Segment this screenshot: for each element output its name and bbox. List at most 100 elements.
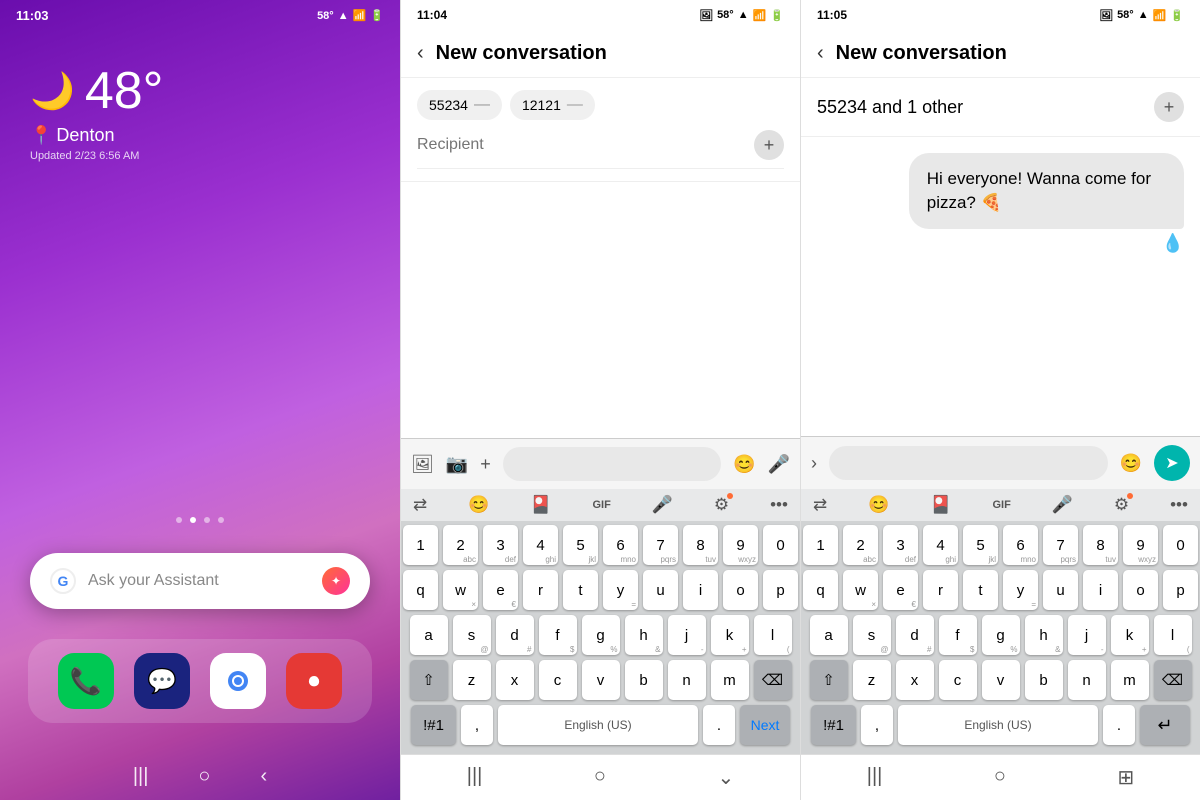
key-s-1[interactable]: s@ bbox=[453, 615, 491, 655]
chip-12121[interactable]: 12121 — bbox=[510, 90, 595, 120]
sticker-icon-kb-2[interactable]: 🎴 bbox=[930, 495, 951, 515]
expand-icon[interactable]: › bbox=[811, 453, 817, 474]
key-h-1[interactable]: h& bbox=[625, 615, 663, 655]
key-1-1[interactable]: 1 bbox=[403, 525, 438, 565]
key-y-2[interactable]: y= bbox=[1003, 570, 1038, 610]
key-u-2[interactable]: u bbox=[1043, 570, 1078, 610]
key-c-2[interactable]: c bbox=[939, 660, 977, 700]
sticker-icon-2[interactable]: 😊 bbox=[1120, 453, 1142, 474]
key-m-2[interactable]: m bbox=[1111, 660, 1149, 700]
comma-key-1[interactable]: , bbox=[461, 705, 493, 745]
key-7-2[interactable]: 7pqrs bbox=[1043, 525, 1078, 565]
key-0-2[interactable]: 0 bbox=[1163, 525, 1198, 565]
sticker-icon-1[interactable]: 🎴 bbox=[530, 495, 551, 515]
key-q-2[interactable]: q bbox=[803, 570, 838, 610]
key-7-1[interactable]: 7pqrs bbox=[643, 525, 678, 565]
enter-key-2[interactable]: ↵ bbox=[1140, 705, 1190, 745]
key-x-2[interactable]: x bbox=[896, 660, 934, 700]
key-o-2[interactable]: o bbox=[1123, 570, 1158, 610]
add-recipient-button[interactable]: + bbox=[754, 130, 784, 160]
recents-nav-msg1[interactable]: ||| bbox=[467, 765, 483, 790]
key-c-1[interactable]: c bbox=[539, 660, 577, 700]
key-j-2[interactable]: j- bbox=[1068, 615, 1106, 655]
assistant-bar[interactable]: G Ask your Assistant ✦ bbox=[30, 553, 370, 609]
emoji-icon-2[interactable]: 😊 bbox=[868, 495, 889, 515]
camera-icon[interactable]: 📷 bbox=[446, 454, 468, 475]
key-w-1[interactable]: w× bbox=[443, 570, 478, 610]
key-p-1[interactable]: p bbox=[763, 570, 798, 610]
key-2-2[interactable]: 2abc bbox=[843, 525, 878, 565]
key-2-1[interactable]: 2abc bbox=[443, 525, 478, 565]
back-button-1[interactable]: ‹ bbox=[417, 42, 424, 65]
translate-icon-1[interactable]: ⇄ bbox=[413, 495, 427, 515]
key-d-2[interactable]: d# bbox=[896, 615, 934, 655]
recipient-input[interactable] bbox=[417, 136, 754, 154]
key-t-1[interactable]: t bbox=[563, 570, 598, 610]
period-key-2[interactable]: . bbox=[1103, 705, 1135, 745]
home-nav-msg1[interactable]: ○ bbox=[594, 765, 606, 790]
gif-icon-2[interactable]: GIF bbox=[992, 499, 1010, 511]
shift-key-1[interactable]: ⇧ bbox=[410, 660, 448, 700]
key-6-2[interactable]: 6mno bbox=[1003, 525, 1038, 565]
key-b-2[interactable]: b bbox=[1025, 660, 1063, 700]
key-f-2[interactable]: f$ bbox=[939, 615, 977, 655]
key-u-1[interactable]: u bbox=[643, 570, 678, 610]
key-b-1[interactable]: b bbox=[625, 660, 663, 700]
key-v-2[interactable]: v bbox=[982, 660, 1020, 700]
key-a-2[interactable]: a bbox=[810, 615, 848, 655]
gif-icon-1[interactable]: GIF bbox=[592, 499, 610, 511]
chip-55234[interactable]: 55234 — bbox=[417, 90, 502, 120]
period-key-1[interactable]: . bbox=[703, 705, 735, 745]
key-8-2[interactable]: 8tuv bbox=[1083, 525, 1118, 565]
more-icon-2[interactable]: ••• bbox=[1170, 495, 1188, 515]
key-i-2[interactable]: i bbox=[1083, 570, 1118, 610]
backspace-key-2[interactable]: ⌫ bbox=[1154, 660, 1192, 700]
translate-icon-2[interactable]: ⇄ bbox=[813, 495, 827, 515]
plus-icon[interactable]: + bbox=[480, 454, 491, 475]
key-d-1[interactable]: d# bbox=[496, 615, 534, 655]
key-y-1[interactable]: y= bbox=[603, 570, 638, 610]
key-e-1[interactable]: e€ bbox=[483, 570, 518, 610]
down-nav-msg1[interactable]: ⌄ bbox=[717, 765, 734, 790]
key-n-2[interactable]: n bbox=[1068, 660, 1106, 700]
more-icon-1[interactable]: ••• bbox=[770, 495, 788, 515]
key-r-2[interactable]: r bbox=[923, 570, 958, 610]
key-g-2[interactable]: g% bbox=[982, 615, 1020, 655]
key-0-1[interactable]: 0 bbox=[763, 525, 798, 565]
key-g-1[interactable]: g% bbox=[582, 615, 620, 655]
key-k-1[interactable]: k+ bbox=[711, 615, 749, 655]
key-6-1[interactable]: 6mno bbox=[603, 525, 638, 565]
chrome-app-icon[interactable] bbox=[210, 653, 266, 709]
home-nav-msg2[interactable]: ○ bbox=[994, 765, 1006, 790]
key-s-2[interactable]: s@ bbox=[853, 615, 891, 655]
text-input-bar-2[interactable] bbox=[829, 446, 1108, 480]
key-5-1[interactable]: 5jkl bbox=[563, 525, 598, 565]
chip-remove-2[interactable]: — bbox=[567, 96, 583, 114]
next-key-1[interactable]: Next bbox=[740, 705, 790, 745]
key-t-2[interactable]: t bbox=[963, 570, 998, 610]
mic-icon-1[interactable]: 🎤 bbox=[652, 495, 673, 515]
chip-remove-1[interactable]: — bbox=[474, 96, 490, 114]
key-1-2[interactable]: 1 bbox=[803, 525, 838, 565]
key-5-2[interactable]: 5jkl bbox=[963, 525, 998, 565]
shift-key-2[interactable]: ⇧ bbox=[810, 660, 848, 700]
key-3-2[interactable]: 3def bbox=[883, 525, 918, 565]
key-m-1[interactable]: m bbox=[711, 660, 749, 700]
key-h-2[interactable]: h& bbox=[1025, 615, 1063, 655]
key-o-1[interactable]: o bbox=[723, 570, 758, 610]
home-nav-btn[interactable]: ○ bbox=[198, 765, 210, 788]
special-key-2[interactable]: !#1 bbox=[811, 705, 856, 745]
key-q-1[interactable]: q bbox=[403, 570, 438, 610]
key-j-1[interactable]: j- bbox=[668, 615, 706, 655]
space-key-2[interactable]: English (US) bbox=[898, 705, 1098, 745]
key-z-2[interactable]: z bbox=[853, 660, 891, 700]
assistant-mic-button[interactable]: ✦ bbox=[322, 567, 350, 595]
key-l-2[interactable]: l( bbox=[1154, 615, 1192, 655]
emoji-icon-1[interactable]: 😊 bbox=[468, 495, 489, 515]
text-input-bar-1[interactable] bbox=[503, 447, 721, 481]
send-button[interactable]: ➤ bbox=[1154, 445, 1190, 481]
key-e-2[interactable]: e€ bbox=[883, 570, 918, 610]
space-key-1[interactable]: English (US) bbox=[498, 705, 698, 745]
screen-recorder-icon[interactable]: ⏺ bbox=[286, 653, 342, 709]
key-4-2[interactable]: 4ghi bbox=[923, 525, 958, 565]
